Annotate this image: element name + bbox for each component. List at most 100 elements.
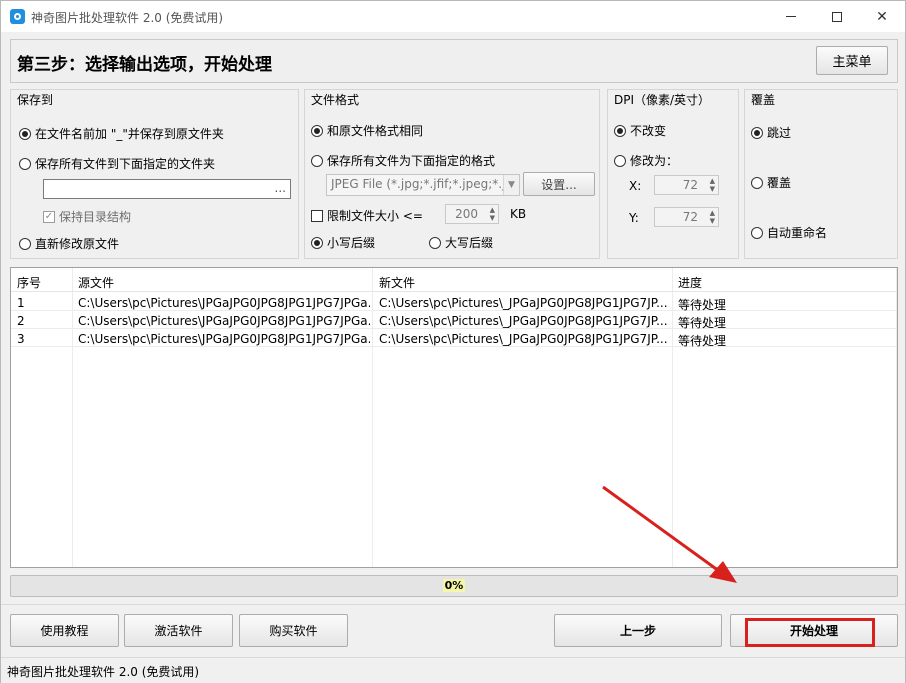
checkbox-icon: ✓ <box>43 210 55 223</box>
main-menu-button[interactable]: 主菜单 <box>816 46 888 75</box>
save-option-overwrite-label: 直新修改原文件 <box>35 237 120 251</box>
row-source: C:\Users\pc\Pictures\JPGaJPG0JPG8JPG1JPG… <box>78 314 370 328</box>
folder-input[interactable]: ... <box>43 179 291 199</box>
radio-icon <box>429 236 441 249</box>
close-button[interactable]: ✕ <box>859 1 905 32</box>
ext-uppercase-label: 大写后缀 <box>445 236 494 250</box>
radio-icon <box>311 124 323 137</box>
minimize-button[interactable] <box>768 1 814 32</box>
overwrite-group: 覆盖 跳过 覆盖 自动重命名 <box>744 89 898 259</box>
column-header-target[interactable]: 新文件 <box>379 274 415 291</box>
maximize-button[interactable] <box>814 1 860 32</box>
dpi-y-input[interactable]: 72 ▲ ▼ <box>654 207 719 227</box>
overwrite-option-overwrite[interactable]: 覆盖 <box>751 174 791 191</box>
limit-size-input[interactable]: 200 ▲ ▼ <box>445 204 499 224</box>
maximize-icon <box>832 11 842 22</box>
dpi-group: DPI（像素/英寸） 不改变 修改为： X: 72 ▲ ▼ Y: 72 ▲ ▼ <box>607 89 739 259</box>
radio-icon <box>19 237 31 250</box>
spinner-arrows-icon[interactable]: ▲ ▼ <box>710 177 715 193</box>
tutorial-button[interactable]: 使用教程 <box>10 614 119 647</box>
browse-button[interactable]: ... <box>275 181 286 195</box>
activate-button[interactable]: 激活软件 <box>124 614 233 647</box>
radio-icon <box>614 124 626 137</box>
row-index: 1 <box>17 296 25 310</box>
progress-label: 0% <box>442 579 466 592</box>
ext-uppercase-option[interactable]: 大写后缀 <box>429 234 493 251</box>
save-option-overwrite[interactable]: 直新修改原文件 <box>19 235 119 252</box>
dpi-option-change[interactable]: 修改为： <box>614 152 678 169</box>
file-table[interactable]: 序号 源文件 新文件 进度 1 C:\Users\pc\Pictures\JPG… <box>10 267 898 568</box>
radio-icon <box>614 154 626 167</box>
dpi-x-input[interactable]: 72 ▲ ▼ <box>654 175 719 195</box>
overwrite-option-overwrite-label: 覆盖 <box>767 176 792 190</box>
column-header-index[interactable]: 序号 <box>17 274 41 291</box>
save-to-group: 保存到 在文件名前加 "_"并保存到原文件夹 保存所有文件到下面指定的文件夹 .… <box>10 89 299 259</box>
buy-button[interactable]: 购买软件 <box>239 614 348 647</box>
row-index: 2 <box>17 314 25 328</box>
radio-icon <box>751 176 763 189</box>
ext-lowercase-option[interactable]: 小写后缀 <box>311 234 375 251</box>
limit-size-label: 限制文件大小 <= <box>327 209 423 223</box>
highlight-box <box>745 618 875 647</box>
limit-size-checkbox[interactable]: 限制文件大小 <= <box>311 207 423 224</box>
row-source: C:\Users\pc\Pictures\JPGaJPG0JPG8JPG1JPG… <box>78 296 370 310</box>
limit-size-unit: KB <box>510 207 527 221</box>
checkbox-icon <box>311 209 323 222</box>
radio-icon <box>751 226 763 239</box>
close-icon: ✕ <box>876 8 888 25</box>
radio-icon <box>311 236 323 249</box>
window-title: 神奇图片批处理软件 2.0 (免费试用) <box>31 11 224 25</box>
format-option-same[interactable]: 和原文件格式相同 <box>311 122 423 139</box>
table-header: 序号 源文件 新文件 进度 <box>11 268 897 292</box>
format-option-specified[interactable]: 保存所有文件为下面指定的格式 <box>311 152 495 169</box>
column-header-status[interactable]: 进度 <box>678 274 702 291</box>
radio-icon <box>19 127 31 140</box>
row-target: C:\Users\pc\Pictures\_JPGaJPG0JPG8JPG1JP… <box>379 296 668 310</box>
file-format-title: 文件格式 <box>311 93 360 107</box>
overwrite-option-rename[interactable]: 自动重命名 <box>751 224 827 241</box>
save-option-folder[interactable]: 保存所有文件到下面指定的文件夹 <box>19 155 215 172</box>
status-text: 神奇图片批处理软件 2.0 (免费试用) <box>7 665 200 679</box>
status-bar: 神奇图片批处理软件 2.0 (免费试用) <box>1 657 905 683</box>
row-source: C:\Users\pc\Pictures\JPGaJPG0JPG8JPG1JPG… <box>78 332 370 346</box>
spinner-arrows-icon[interactable]: ▲ ▼ <box>490 206 495 222</box>
step-header: 第三步：选择输出选项，开始处理 主菜单 <box>10 39 898 83</box>
overwrite-option-rename-label: 自动重命名 <box>767 226 828 240</box>
dpi-x-label: X: <box>629 179 642 193</box>
dpi-option-change-label: 修改为： <box>630 154 679 168</box>
column-header-source[interactable]: 源文件 <box>78 274 114 291</box>
dpi-option-keep-label: 不改变 <box>630 124 667 138</box>
save-option-prefix-label: 在文件名前加 "_"并保存到原文件夹 <box>35 127 224 141</box>
row-status: 等待处理 <box>678 334 727 348</box>
format-option-specified-label: 保存所有文件为下面指定的格式 <box>327 154 496 168</box>
previous-button[interactable]: 上一步 <box>554 614 722 647</box>
radio-icon <box>311 154 323 167</box>
dpi-y-label: Y: <box>629 211 639 225</box>
radio-icon <box>751 126 763 139</box>
file-format-group: 文件格式 和原文件格式相同 保存所有文件为下面指定的格式 JPEG File (… <box>304 89 600 259</box>
title-bar: 神奇图片批处理软件 2.0 (免费试用) ✕ <box>1 1 905 32</box>
keep-structure-label: 保持目录结构 <box>59 210 132 224</box>
minimize-icon <box>786 16 796 17</box>
save-to-title: 保存到 <box>17 93 54 107</box>
radio-icon <box>19 157 31 170</box>
row-status: 等待处理 <box>678 316 727 330</box>
chevron-down-icon: ▼ <box>503 175 519 195</box>
overwrite-option-skip-label: 跳过 <box>767 126 792 140</box>
row-target: C:\Users\pc\Pictures\_JPGaJPG0JPG8JPG1JP… <box>379 332 668 346</box>
format-select[interactable]: JPEG File (*.jpg;*.jfif;*.jpeg;*.j ▼ <box>326 174 520 196</box>
row-index: 3 <box>17 332 25 346</box>
dpi-title: DPI（像素/英寸） <box>614 93 711 107</box>
spinner-arrows-icon[interactable]: ▲ ▼ <box>710 209 715 225</box>
annotation-arrow-icon <box>602 485 737 583</box>
format-settings-button[interactable]: 设置... <box>523 172 595 196</box>
save-option-folder-label: 保存所有文件到下面指定的文件夹 <box>35 157 216 171</box>
app-logo-icon <box>10 9 25 24</box>
dpi-option-keep[interactable]: 不改变 <box>614 122 666 139</box>
progress-bar: 0% <box>10 575 898 597</box>
save-option-prefix[interactable]: 在文件名前加 "_"并保存到原文件夹 <box>19 125 224 142</box>
keep-structure-checkbox[interactable]: ✓ 保持目录结构 <box>43 208 131 225</box>
ext-lowercase-label: 小写后缀 <box>327 236 376 250</box>
overwrite-option-skip[interactable]: 跳过 <box>751 124 791 141</box>
page-title: 第三步：选择输出选项，开始处理 <box>17 55 272 75</box>
